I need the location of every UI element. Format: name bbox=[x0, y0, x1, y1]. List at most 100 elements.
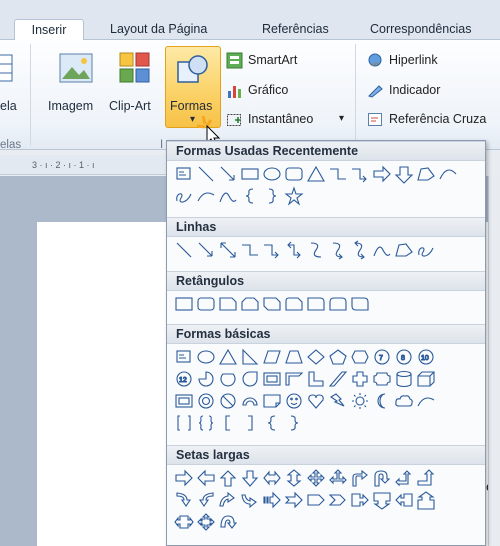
octagon-icon[interactable]: 8 bbox=[393, 347, 415, 367]
can-icon[interactable] bbox=[393, 369, 415, 389]
snip-round-rectangle-icon[interactable] bbox=[283, 294, 305, 314]
elbow-connector-icon[interactable] bbox=[327, 164, 349, 184]
clipart-icon[interactable] bbox=[118, 51, 152, 87]
right-brace-icon[interactable] bbox=[283, 413, 305, 433]
cloud-icon[interactable] bbox=[393, 391, 415, 411]
diagonal-stripe-icon[interactable] bbox=[327, 369, 349, 389]
down-arrow-callout-icon[interactable] bbox=[371, 490, 393, 510]
chord-icon[interactable] bbox=[217, 369, 239, 389]
striped-right-arrow-icon[interactable] bbox=[261, 490, 283, 510]
left-brace-icon[interactable] bbox=[261, 413, 283, 433]
arc-icon[interactable] bbox=[415, 391, 437, 411]
curve-icon[interactable] bbox=[371, 240, 393, 260]
double-bracket-icon[interactable] bbox=[173, 413, 195, 433]
right-arrow-icon[interactable] bbox=[371, 164, 393, 184]
elbow-double-arrow-icon[interactable] bbox=[283, 240, 305, 260]
curved-up-arrow-icon[interactable] bbox=[217, 490, 239, 510]
left-up-arrow-icon[interactable] bbox=[393, 468, 415, 488]
elbow-connector-icon[interactable] bbox=[239, 240, 261, 260]
right-bracket-icon[interactable] bbox=[239, 413, 261, 433]
cube-icon[interactable] bbox=[415, 369, 437, 389]
oval-icon[interactable] bbox=[195, 347, 217, 367]
round-same-side-rectangle-icon[interactable] bbox=[327, 294, 349, 314]
decagon-icon[interactable]: 10 bbox=[415, 347, 437, 367]
up-arrow-icon[interactable] bbox=[217, 468, 239, 488]
curve-icon[interactable] bbox=[217, 186, 239, 206]
curved-down-arrow-icon[interactable] bbox=[239, 490, 261, 510]
scribble-icon[interactable] bbox=[173, 186, 195, 206]
pie-icon[interactable] bbox=[195, 369, 217, 389]
no-symbol-icon[interactable] bbox=[217, 391, 239, 411]
line-icon[interactable] bbox=[173, 240, 195, 260]
diamond-icon[interactable] bbox=[305, 347, 327, 367]
tab-layout-da-pagina[interactable]: Layout da Página bbox=[104, 19, 213, 41]
snip-corner-rectangle-icon[interactable] bbox=[217, 294, 239, 314]
sun-icon[interactable] bbox=[349, 391, 371, 411]
half-frame-icon[interactable] bbox=[283, 369, 305, 389]
teardrop-icon[interactable] bbox=[239, 369, 261, 389]
left-right-arrow-callout-icon[interactable] bbox=[173, 512, 195, 532]
cut-off-button-label[interactable]: ela bbox=[0, 99, 17, 113]
round-corner-rectangle-icon[interactable] bbox=[305, 294, 327, 314]
picture-icon[interactable] bbox=[58, 51, 94, 87]
donut-icon[interactable] bbox=[195, 391, 217, 411]
left-arrow-icon[interactable] bbox=[195, 468, 217, 488]
down-arrow-icon[interactable] bbox=[239, 468, 261, 488]
left-arrow-callout-icon[interactable] bbox=[393, 490, 415, 510]
bent-up-arrow-icon[interactable] bbox=[415, 468, 437, 488]
tab-correspondencias[interactable]: Correspondências bbox=[364, 19, 477, 41]
rounded-rectangle-icon[interactable] bbox=[195, 294, 217, 314]
right-brace-icon[interactable] bbox=[261, 186, 283, 206]
tab-referencias[interactable]: Referências bbox=[256, 19, 335, 41]
dodecagon-icon[interactable]: 12 bbox=[173, 369, 195, 389]
line-arrow-icon[interactable] bbox=[195, 240, 217, 260]
clipart-button[interactable]: Clip-Art bbox=[109, 99, 151, 113]
elbow-arrow-icon[interactable] bbox=[261, 240, 283, 260]
left-brace-icon[interactable] bbox=[239, 186, 261, 206]
curved-left-arrow-icon[interactable] bbox=[195, 490, 217, 510]
down-arrow-icon[interactable] bbox=[393, 164, 415, 184]
arc-icon[interactable] bbox=[195, 186, 217, 206]
right-triangle-icon[interactable] bbox=[239, 347, 261, 367]
notched-right-arrow-icon[interactable] bbox=[283, 490, 305, 510]
rectangle-icon[interactable] bbox=[173, 294, 195, 314]
arrow-line-icon[interactable] bbox=[217, 164, 239, 184]
bevel-icon[interactable] bbox=[173, 391, 195, 411]
left-right-arrow-icon[interactable] bbox=[261, 468, 283, 488]
quad-arrow-icon[interactable] bbox=[305, 468, 327, 488]
round-diagonal-rectangle-icon[interactable] bbox=[349, 294, 371, 314]
left-bracket-icon[interactable] bbox=[217, 413, 239, 433]
left-right-up-arrow-icon[interactable] bbox=[327, 468, 349, 488]
hexagon-icon[interactable] bbox=[349, 347, 371, 367]
curved-double-arrow-icon[interactable] bbox=[349, 240, 371, 260]
right-arrow-icon[interactable] bbox=[173, 468, 195, 488]
star-icon[interactable] bbox=[283, 186, 305, 206]
heptagon-icon[interactable]: 7 bbox=[371, 347, 393, 367]
cross-icon[interactable] bbox=[349, 369, 371, 389]
folded-corner-icon[interactable] bbox=[261, 391, 283, 411]
scribble-icon[interactable] bbox=[415, 240, 437, 260]
table-icon[interactable] bbox=[0, 54, 14, 84]
text-box-icon[interactable] bbox=[173, 347, 195, 367]
frame-icon[interactable] bbox=[261, 369, 283, 389]
up-down-arrow-icon[interactable] bbox=[283, 468, 305, 488]
snip-same-side-rectangle-icon[interactable] bbox=[239, 294, 261, 314]
curved-arrow-connector-icon[interactable] bbox=[327, 240, 349, 260]
imagem-button[interactable]: Imagem bbox=[48, 99, 93, 113]
up-arrow-callout-icon[interactable] bbox=[415, 490, 437, 510]
double-arrow-line-icon[interactable] bbox=[217, 240, 239, 260]
rectangle-icon[interactable] bbox=[239, 164, 261, 184]
elbow-arrow-connector-icon[interactable] bbox=[349, 164, 371, 184]
trapezoid-icon[interactable] bbox=[283, 347, 305, 367]
bent-arrow-icon[interactable] bbox=[349, 468, 371, 488]
curved-right-arrow-icon[interactable] bbox=[173, 490, 195, 510]
double-brace-icon[interactable] bbox=[195, 413, 217, 433]
text-box-icon[interactable] bbox=[173, 164, 195, 184]
line-shape-icon[interactable] bbox=[195, 164, 217, 184]
lightning-bolt-icon[interactable] bbox=[327, 391, 349, 411]
heart-icon[interactable] bbox=[305, 391, 327, 411]
chevron-icon[interactable] bbox=[327, 490, 349, 510]
tab-inserir[interactable]: Inserir bbox=[14, 19, 84, 41]
triangle-icon[interactable] bbox=[305, 164, 327, 184]
triangle-icon[interactable] bbox=[217, 347, 239, 367]
